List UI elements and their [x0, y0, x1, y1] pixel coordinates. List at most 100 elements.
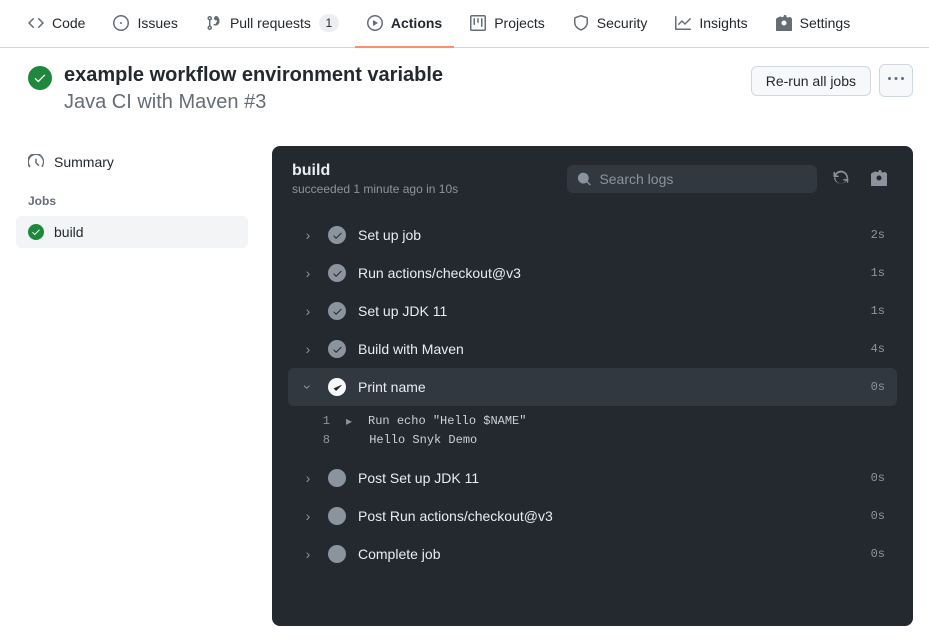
log-output: 1 ▸ Run echo "Hello $NAME" 8 Hello Snyk …	[288, 406, 897, 459]
tab-label: Pull requests	[230, 8, 311, 38]
project-icon	[470, 15, 486, 31]
tab-label: Insights	[699, 8, 747, 38]
step-row[interactable]: › Post Run actions/checkout@v3 0s	[288, 497, 897, 535]
pr-icon	[206, 15, 222, 31]
step-duration: 4s	[871, 342, 885, 356]
shield-icon	[573, 15, 589, 31]
step-duration: 2s	[871, 228, 885, 242]
tab-pulls[interactable]: Pull requests 1	[194, 0, 351, 48]
disclosure-icon[interactable]: ▸	[346, 414, 352, 429]
chevron-right-icon: ›	[300, 470, 316, 486]
step-name: Post Set up JDK 11	[358, 470, 859, 486]
step-name: Complete job	[358, 546, 859, 562]
refresh-logs-button[interactable]	[827, 164, 855, 195]
play-icon	[367, 15, 383, 31]
job-status-icon	[28, 224, 44, 240]
step-status-icon	[328, 378, 346, 396]
step-status-icon	[328, 226, 346, 244]
workflow-header: example workflow environment variable Ja…	[0, 48, 929, 122]
step-row[interactable]: › Run actions/checkout@v3 1s	[288, 254, 897, 292]
search-input[interactable]	[599, 171, 807, 187]
step-row[interactable]: › Complete job 0s	[288, 535, 897, 573]
workflow-subtitle: Java CI with Maven #3	[64, 91, 443, 114]
chevron-right-icon: ›	[300, 546, 316, 562]
step-row-expanded[interactable]: › Print name 0s	[288, 368, 897, 406]
pulls-counter: 1	[319, 14, 339, 32]
step-status-icon	[328, 302, 346, 320]
log-panel: build succeeded 1 minute ago in 10s ›	[272, 146, 913, 626]
sidebar-label: build	[54, 224, 84, 240]
graph-icon	[675, 15, 691, 31]
step-duration: 1s	[871, 304, 885, 318]
step-duration: 0s	[871, 380, 885, 394]
step-name: Build with Maven	[358, 341, 859, 357]
tab-issues[interactable]: Issues	[101, 0, 189, 48]
job-status-text: succeeded 1 minute ago in 10s	[292, 182, 458, 196]
chevron-down-icon: ›	[300, 379, 316, 395]
step-duration: 0s	[871, 471, 885, 485]
tab-label: Actions	[391, 8, 442, 38]
status-success-icon	[28, 66, 52, 90]
tab-insights[interactable]: Insights	[663, 0, 759, 48]
step-name: Set up job	[358, 227, 859, 243]
step-name: Post Run actions/checkout@v3	[358, 508, 859, 524]
steps-list: › Set up job 2s › Run actions/checkout@v…	[272, 212, 913, 589]
chevron-right-icon: ›	[300, 265, 316, 281]
step-row[interactable]: › Set up JDK 11 1s	[288, 292, 897, 330]
step-name: Run actions/checkout@v3	[358, 265, 859, 281]
gear-icon	[776, 15, 792, 31]
chevron-right-icon: ›	[300, 508, 316, 524]
sidebar-job-build[interactable]: build	[16, 216, 248, 248]
rerun-button[interactable]: Re-run all jobs	[751, 66, 871, 96]
sidebar-summary[interactable]: Summary	[16, 146, 248, 178]
line-text: Run echo "Hello $NAME"	[368, 414, 526, 429]
tab-projects[interactable]: Projects	[458, 0, 557, 48]
code-icon	[28, 15, 44, 31]
chevron-right-icon: ›	[300, 341, 316, 357]
line-text: Hello Snyk Demo	[369, 433, 477, 447]
step-status-icon	[328, 469, 346, 487]
tab-code[interactable]: Code	[16, 0, 97, 48]
step-status-icon	[328, 545, 346, 563]
step-duration: 0s	[871, 547, 885, 561]
log-line: 8 Hello Snyk Demo	[288, 431, 897, 449]
tab-settings[interactable]: Settings	[764, 0, 863, 48]
step-row[interactable]: › Post Set up JDK 11 0s	[288, 459, 897, 497]
sidebar-label: Summary	[54, 154, 114, 170]
log-settings-button[interactable]	[865, 164, 893, 195]
step-status-icon	[328, 340, 346, 358]
chevron-right-icon: ›	[300, 227, 316, 243]
step-name: Set up JDK 11	[358, 303, 859, 319]
chevron-right-icon: ›	[300, 303, 316, 319]
tab-label: Security	[597, 8, 648, 38]
log-search[interactable]	[567, 165, 817, 193]
workflow-title: example workflow environment variable	[64, 64, 443, 87]
more-actions-button[interactable]	[879, 64, 913, 97]
line-number: 1	[300, 414, 330, 429]
step-duration: 1s	[871, 266, 885, 280]
kebab-icon	[888, 71, 904, 87]
search-icon	[577, 171, 591, 187]
step-name: Print name	[358, 379, 859, 395]
log-line: 1 ▸ Run echo "Hello $NAME"	[288, 412, 897, 431]
tab-label: Settings	[800, 8, 851, 38]
repo-nav: Code Issues Pull requests 1 Actions Proj…	[0, 0, 929, 48]
job-title: build	[292, 162, 458, 180]
tab-label: Code	[52, 8, 85, 38]
step-row[interactable]: › Set up job 2s	[288, 216, 897, 254]
tab-actions[interactable]: Actions	[355, 0, 454, 48]
step-status-icon	[328, 507, 346, 525]
sync-icon	[833, 170, 849, 186]
tab-label: Issues	[137, 8, 177, 38]
jobs-heading: Jobs	[16, 178, 248, 216]
step-status-icon	[328, 264, 346, 282]
step-row[interactable]: › Build with Maven 4s	[288, 330, 897, 368]
tab-label: Projects	[494, 8, 545, 38]
jobs-sidebar: Summary Jobs build	[16, 146, 248, 248]
meter-icon	[28, 154, 44, 170]
tab-security[interactable]: Security	[561, 0, 660, 48]
gear-icon	[871, 170, 887, 186]
step-duration: 0s	[871, 509, 885, 523]
issue-icon	[113, 15, 129, 31]
line-number: 8	[300, 433, 330, 447]
